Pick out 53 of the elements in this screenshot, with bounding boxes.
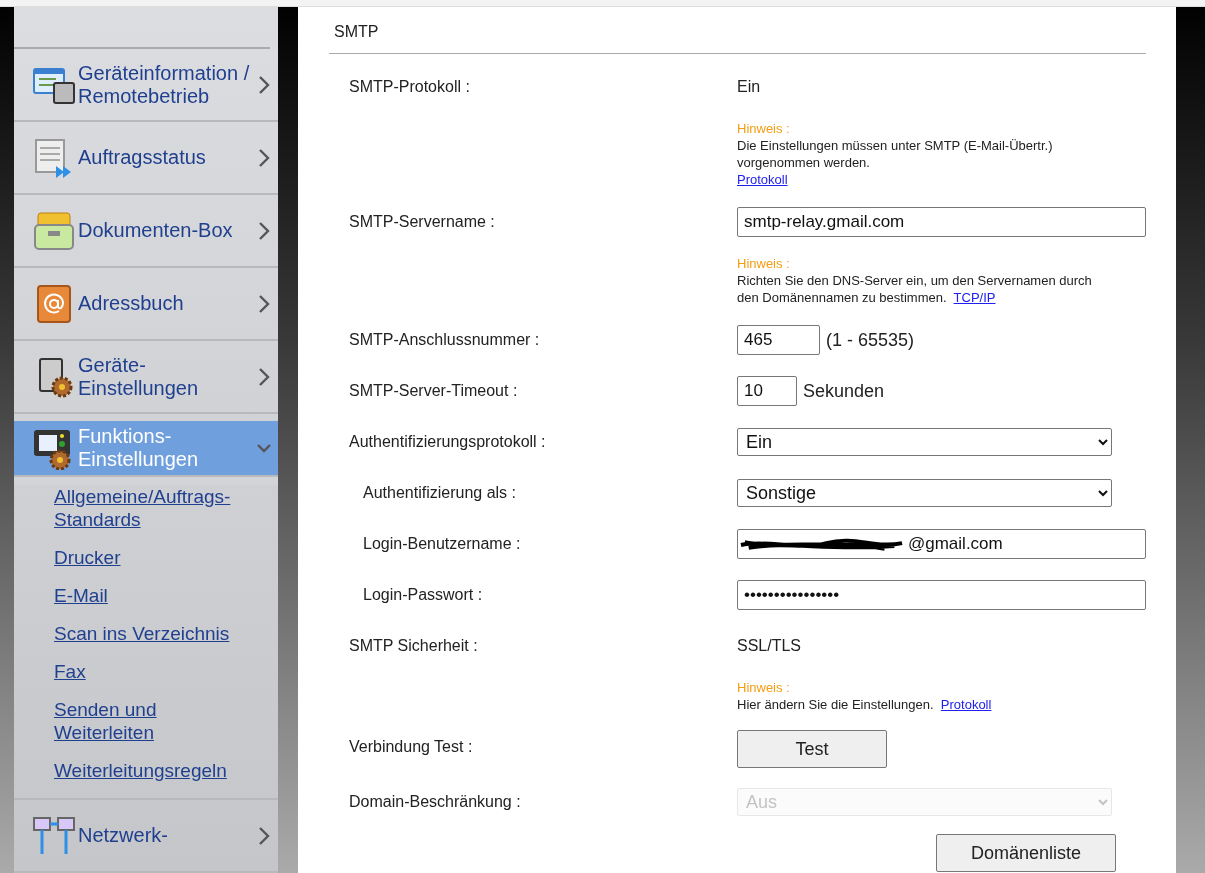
sidebar-link[interactable]: Scan ins Verzeichnis — [54, 622, 244, 645]
field-label: SMTP Sicherheit : — [349, 636, 478, 656]
chevron-right-icon — [257, 220, 271, 241]
chevron-right-icon — [257, 825, 271, 846]
section-title: SMTP — [333, 22, 380, 42]
note-text: Richten Sie den DNS-Server ein, um den Servernamen durch den Domänennamen zu bestimmen. TCP/IP — [737, 272, 1093, 306]
sidebar-link[interactable]: Fax — [54, 660, 244, 683]
dropdown[interactable]: Ein — [737, 428, 1112, 456]
field-label: Login-Benutzername : — [363, 534, 521, 554]
sidebar-item[interactable]: Geräte-Einstellungen — [14, 341, 278, 414]
field-label: SMTP-Servername : — [349, 212, 495, 232]
sidebar-link[interactable]: Senden und Weiterleiten — [54, 698, 244, 744]
test-button[interactable]: Test — [737, 730, 887, 768]
field-value: Ein — [737, 78, 761, 96]
sidebar-link[interactable]: Allgemeine/Auftrags-Standards — [54, 485, 244, 531]
sidebar-link[interactable]: Weiterleitungsregeln — [54, 759, 244, 782]
sidebar-link[interactable]: Drucker — [54, 546, 244, 569]
note-link[interactable]: Protokoll — [737, 172, 788, 187]
unit-label: (1 - 65535) — [826, 329, 915, 351]
input-field[interactable]: @gmail.com — [737, 529, 1146, 559]
note-link[interactable]: Protokoll — [940, 697, 992, 712]
field-label: Domain-Beschränkung : — [349, 792, 521, 812]
chevron-right-icon — [257, 366, 271, 387]
input-field[interactable]: 10 — [737, 376, 797, 406]
field-label: Verbindung Test : — [349, 737, 473, 757]
note-link[interactable]: TCP/IP — [953, 290, 996, 305]
note-heading: Hinweis : — [737, 120, 791, 137]
unit-label: Sekunden — [803, 380, 885, 402]
sidebar-item[interactable]: Adressbuch — [14, 268, 278, 341]
field-label: Login-Passwort : — [363, 585, 483, 605]
sidebar-item[interactable]: Geräteinformation / Remotebetrieb — [14, 49, 278, 122]
field-label: SMTP-Protokoll : — [349, 77, 470, 97]
note-heading: Hinweis : — [737, 679, 791, 696]
input-field[interactable]: •••••••••••••••• — [737, 580, 1146, 610]
field-label: SMTP-Anschlussnummer : — [349, 330, 540, 350]
note-text: Die Einstellungen müssen unter SMTP (E-Mail-Übertr.) vorgenommen werden. Protokoll — [737, 137, 1054, 188]
chevron-right-icon — [257, 74, 271, 95]
field-label: Authentifizierungsprotokoll : — [349, 432, 546, 452]
note-heading: Hinweis : — [737, 255, 791, 272]
domain-list-button[interactable]: Domänenliste — [936, 834, 1116, 872]
input-field[interactable]: smtp-relay.gmail.com — [737, 207, 1146, 237]
field-label: SMTP-Server-Timeout : — [349, 381, 518, 401]
sidebar-item[interactable]: Auftragsstatus — [14, 122, 278, 195]
field-value: SSL/TLS — [737, 637, 802, 655]
input-field[interactable]: 465 — [737, 325, 820, 355]
note-text: Hier ändern Sie die Einstellungen. Protokoll — [737, 696, 993, 713]
sidebar-item[interactable]: Netzwerk- — [14, 800, 278, 873]
field-label: Authentifizierung als : — [363, 483, 516, 503]
chevron-right-icon — [257, 147, 271, 168]
dropdown[interactable]: Sonstige — [737, 479, 1112, 507]
chevron-right-icon — [257, 293, 271, 314]
sidebar-item[interactable]: Dokumenten-Box — [14, 195, 278, 268]
sidebar-link[interactable]: E-Mail — [54, 584, 244, 607]
